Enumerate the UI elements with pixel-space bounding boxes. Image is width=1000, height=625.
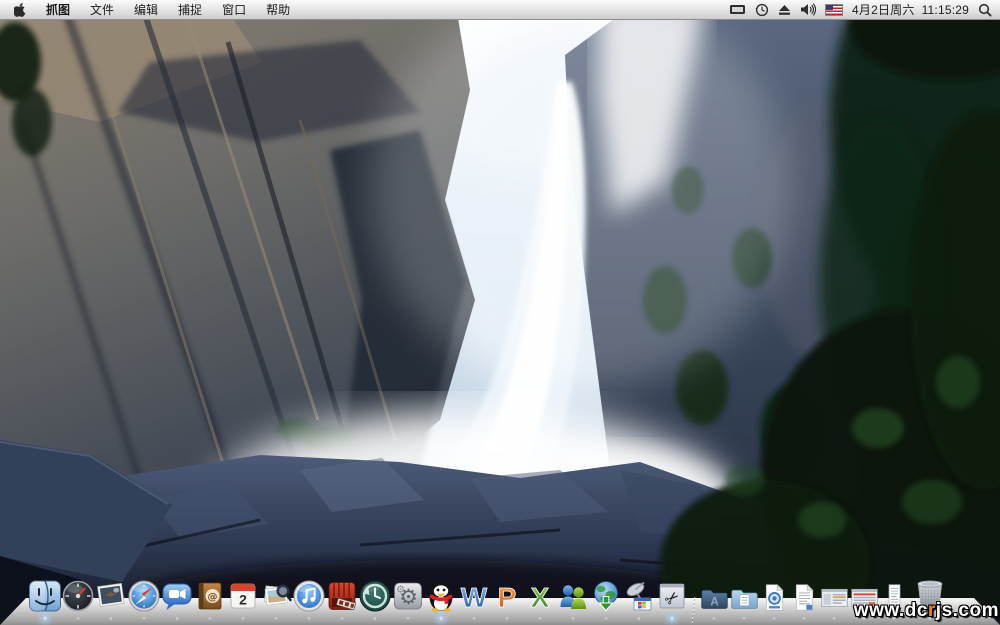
dock-applications-folder[interactable]: A: [699, 573, 729, 613]
watermark-part1: www.dc: [854, 600, 928, 621]
dock-itunes-icon[interactable]: [292, 573, 325, 613]
dock: @ 2: [0, 569, 1000, 625]
apple-menu[interactable]: [0, 0, 36, 19]
apple-icon: [14, 3, 26, 17]
menu-edit[interactable]: 编辑: [124, 0, 168, 19]
applications-folder-emblem: A: [710, 594, 719, 608]
eject-menu-icon[interactable]: [778, 0, 791, 19]
dock-iphoto-icon[interactable]: [94, 573, 127, 613]
dock-movie-theater-icon[interactable]: [325, 573, 358, 613]
svg-text:@: @: [207, 592, 217, 603]
dock-messenger-icon[interactable]: [556, 573, 589, 613]
dock-grab-icon[interactable]: ✂: [655, 573, 688, 613]
menu-help[interactable]: 帮助: [256, 0, 300, 19]
dock-system-preferences-icon[interactable]: ⚙ ⚙: [391, 573, 424, 613]
input-source-us-flag-icon[interactable]: [825, 0, 843, 19]
dock-separator: [688, 587, 699, 613]
dock-ichat-icon[interactable]: [160, 573, 193, 613]
dock-file-text-document[interactable]: [789, 573, 819, 613]
time-machine-menu-icon[interactable]: [755, 0, 769, 19]
dock-documents-folder[interactable]: [729, 573, 759, 613]
menu-capture[interactable]: 捕捉: [168, 0, 212, 19]
desktop-wallpaper: [0, 0, 1000, 625]
dock-file-blue-emblem[interactable]: [759, 573, 789, 613]
dock-dashboard-icon[interactable]: [61, 573, 94, 613]
dock-safari-icon[interactable]: [127, 573, 160, 613]
dock-remote-desktop-icon[interactable]: [622, 573, 655, 613]
menu-file[interactable]: 文件: [80, 0, 124, 19]
menu-clock-time[interactable]: 11:15:29: [922, 3, 969, 17]
menu-clock-date[interactable]: 4月2日周六: [852, 1, 915, 18]
excel-letter: X: [530, 582, 549, 613]
dock-finder-icon[interactable]: [28, 573, 61, 613]
dock-download-manager-icon[interactable]: [589, 573, 622, 613]
ical-date-number: 2: [239, 592, 247, 608]
dock-file-window-screenshot-1[interactable]: [819, 573, 849, 613]
dock-word-icon[interactable]: W: [457, 573, 490, 613]
dock-powerpoint-icon[interactable]: P: [490, 573, 523, 613]
volume-menu-icon[interactable]: [800, 0, 816, 19]
word-letter: W: [460, 582, 487, 613]
menu-bar: 抓图 文件 编辑 捕捉 窗口 帮助 4月2日周六 11:15:29: [0, 0, 1000, 20]
display-menu-icon[interactable]: [729, 0, 746, 19]
watermark: www.dcrjs.com: [854, 600, 999, 622]
watermark-part3: js.com: [936, 600, 999, 621]
spotlight-icon[interactable]: [978, 0, 992, 19]
dock-address-book-icon[interactable]: @: [193, 573, 226, 613]
dock-time-machine-icon[interactable]: [358, 573, 391, 613]
menu-app-grab[interactable]: 抓图: [36, 0, 80, 19]
dock-qq-icon[interactable]: [424, 573, 457, 613]
svg-text:⚙: ⚙: [396, 585, 405, 596]
dock-preview-icon[interactable]: [259, 573, 292, 613]
watermark-part2: r: [928, 600, 936, 621]
menu-window[interactable]: 窗口: [212, 0, 256, 19]
dock-excel-icon[interactable]: X: [523, 573, 556, 613]
powerpoint-letter: P: [497, 582, 516, 613]
dock-ical-icon[interactable]: 2: [226, 573, 259, 613]
